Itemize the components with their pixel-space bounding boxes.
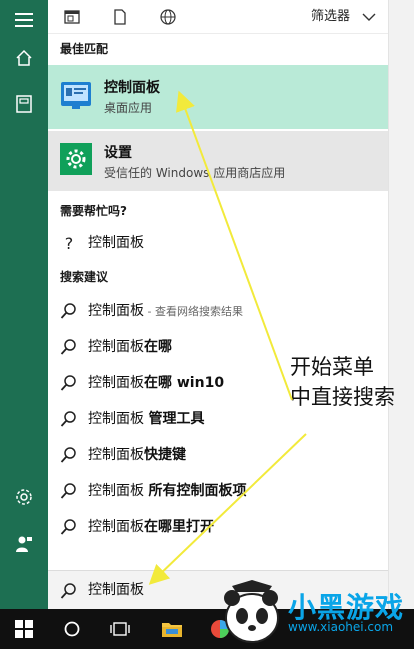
search-input[interactable]: 控制面板 bbox=[88, 571, 144, 610]
suggestion-bold-text: 在哪里打开 bbox=[144, 519, 214, 535]
windows-start-icon[interactable] bbox=[0, 609, 48, 649]
search-icon bbox=[60, 582, 78, 600]
home-icon[interactable] bbox=[0, 38, 48, 78]
suggestion-item[interactable]: 控制面板 - 查看网络搜索结果 bbox=[48, 293, 388, 329]
right-edge-strip bbox=[388, 0, 414, 609]
best-match-heading: 最佳匹配 bbox=[60, 42, 109, 56]
suggestion-label: 控制面板 所有控制面板项 bbox=[88, 473, 246, 509]
suggestion-bold-text: 快捷键 bbox=[144, 447, 186, 463]
document-tab-icon[interactable] bbox=[60, 0, 84, 34]
suggestion-label: 控制面板在哪 win10 bbox=[88, 365, 224, 401]
best-match-subtitle: 桌面应用 bbox=[104, 101, 153, 115]
suggestion-item[interactable]: 控制面板 所有控制面板项 bbox=[48, 473, 388, 509]
suggestion-bold-text: 管理工具 bbox=[148, 411, 205, 427]
search-icon bbox=[60, 338, 78, 356]
suggestion-bold-text: 在哪 bbox=[144, 339, 172, 355]
best-match-control-panel[interactable]: 控制面板 桌面应用 bbox=[48, 65, 388, 129]
panda-mascot-icon bbox=[224, 580, 279, 643]
settings-title: 设置 bbox=[104, 145, 132, 161]
suggestions-heading: 搜索建议 bbox=[60, 270, 109, 284]
suggestion-main-text: 控制面板 bbox=[88, 375, 144, 391]
best-match-settings[interactable]: 设置 受信任的 Windows 应用商店应用 bbox=[48, 131, 388, 191]
file-explorer-icon[interactable] bbox=[148, 609, 196, 649]
suggestion-main-text: 控制面板 bbox=[88, 519, 144, 535]
annotation-line-2: 中直接搜索 bbox=[290, 385, 395, 409]
search-icon bbox=[60, 302, 78, 320]
watermark-url: www.xiaohei.com bbox=[288, 620, 394, 634]
suggestion-main-text: 控制面板 bbox=[88, 303, 144, 319]
suggestion-sub-text: - 查看网络搜索结果 bbox=[144, 305, 243, 318]
suggestion-label: 控制面板在哪里打开 bbox=[88, 509, 214, 545]
filter-dropdown-label[interactable]: 筛选器 bbox=[311, 0, 350, 34]
suggestion-item[interactable]: 控制面板快捷键 bbox=[48, 437, 388, 473]
suggestion-main-text: 控制面板 bbox=[88, 483, 149, 499]
search-icon bbox=[60, 482, 78, 500]
question-mark-icon: ? bbox=[64, 233, 74, 253]
best-match-title: 控制面板 bbox=[104, 80, 160, 96]
suggestion-label: 控制面板快捷键 bbox=[88, 437, 186, 473]
settings-subtitle: 受信任的 Windows 应用商店应用 bbox=[104, 166, 286, 180]
need-help-heading: 需要帮忙吗? bbox=[60, 204, 127, 218]
search-icon bbox=[60, 374, 78, 392]
annotation-text: 开始菜单 中直接搜索 bbox=[290, 352, 395, 412]
watermark-logo: 小黑游戏 www.xiaohei.com bbox=[218, 580, 414, 649]
file-icon[interactable] bbox=[108, 0, 132, 34]
control-panel-icon bbox=[60, 79, 92, 111]
suggestion-label: 控制面板 - 查看网络搜索结果 bbox=[88, 293, 243, 329]
suggestion-label: 控制面板 管理工具 bbox=[88, 401, 204, 437]
search-icon bbox=[60, 410, 78, 428]
search-results-panel: 筛选器 最佳匹配 控制面板 桌面应用 设置 受信任的 Windows 应用商店应… bbox=[48, 0, 388, 609]
filter-bar: 筛选器 bbox=[48, 0, 388, 34]
feedback-person-icon[interactable] bbox=[0, 524, 48, 564]
suggestion-main-text: 控制面板 bbox=[88, 411, 149, 427]
settings-gear-icon bbox=[60, 143, 92, 175]
suggestion-main-text: 控制面板 bbox=[88, 339, 144, 355]
start-sidebar bbox=[0, 0, 48, 609]
suggestion-bold-text: 在哪 win10 bbox=[144, 375, 225, 391]
suggestion-label: 控制面板在哪 bbox=[88, 329, 172, 365]
suggestion-bold-text: 所有控制面板项 bbox=[148, 483, 247, 499]
cortana-circle-icon[interactable] bbox=[48, 609, 96, 649]
suggestion-item[interactable]: 控制面板在哪里打开 bbox=[48, 509, 388, 545]
settings-gear-icon[interactable] bbox=[0, 477, 48, 517]
help-item-label: 控制面板 bbox=[88, 235, 144, 251]
task-view-icon[interactable] bbox=[96, 609, 144, 649]
suggestion-main-text: 控制面板 bbox=[88, 447, 144, 463]
chevron-down-icon[interactable] bbox=[362, 9, 376, 23]
annotation-line-1: 开始菜单 bbox=[290, 355, 374, 379]
globe-icon[interactable] bbox=[156, 0, 180, 34]
help-item[interactable]: ? 控制面板 bbox=[48, 225, 388, 261]
hamburger-menu-icon[interactable] bbox=[0, 0, 48, 40]
search-icon bbox=[60, 446, 78, 464]
notebook-icon[interactable] bbox=[0, 84, 48, 124]
search-icon bbox=[60, 518, 78, 536]
